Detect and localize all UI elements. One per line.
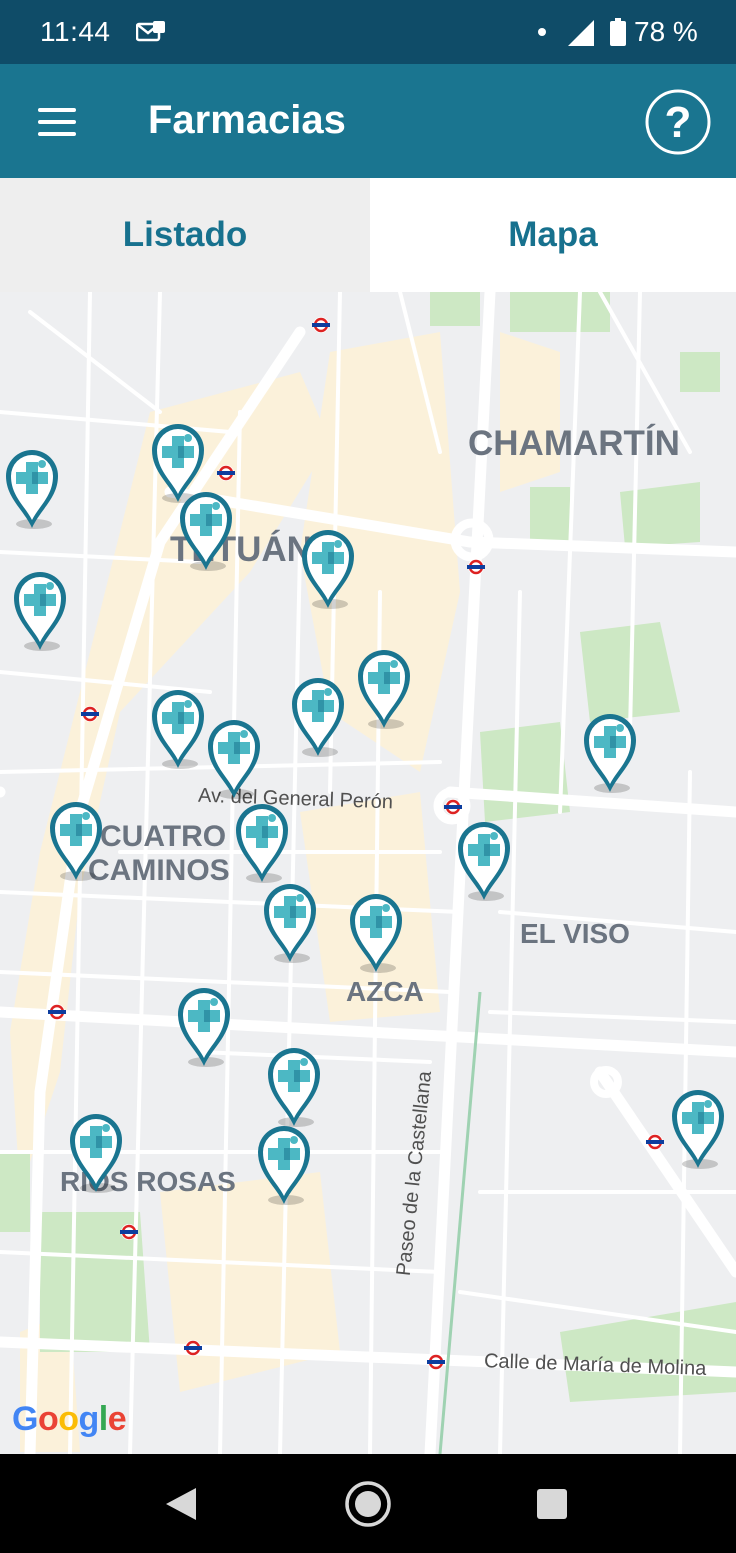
app-bar: Farmacias ?: [0, 64, 736, 178]
status-bar: 11:44 78 %: [0, 0, 736, 64]
notification-icon: [136, 21, 165, 42]
district-label-caminos: CAMINOS: [88, 854, 230, 887]
hamburger-menu-icon[interactable]: [38, 108, 78, 136]
status-time: 11:44: [40, 16, 111, 47]
pharmacy-marker-icon[interactable]: [454, 816, 514, 902]
recents-icon[interactable]: [536, 1488, 568, 1520]
tab-listado[interactable]: Listado: [0, 178, 370, 292]
pharmacy-marker-icon[interactable]: [580, 708, 640, 794]
pharmacy-marker-icon[interactable]: [148, 684, 208, 770]
pharmacy-marker-icon[interactable]: [232, 798, 292, 884]
pharmacy-marker-icon[interactable]: [46, 796, 106, 882]
district-label-azca: AZCA: [346, 976, 424, 1007]
map-view[interactable]: CHAMARTÍN TETUÁN CUATRO CAMINOS EL VISO …: [0, 292, 736, 1454]
help-circle-icon[interactable]: ?: [644, 88, 712, 156]
tab-bar: Listado Mapa: [0, 178, 736, 292]
pharmacy-marker-icon[interactable]: [354, 644, 414, 730]
district-label-cuatro: CUATRO: [100, 820, 227, 853]
pharmacy-marker-icon[interactable]: [668, 1084, 728, 1170]
back-icon[interactable]: [164, 1486, 198, 1522]
pharmacy-marker-icon[interactable]: [2, 444, 62, 530]
district-label-el-viso: EL VISO: [520, 918, 630, 949]
pharmacy-marker-icon[interactable]: [264, 1042, 324, 1128]
pharmacy-marker-icon[interactable]: [346, 888, 406, 974]
battery-icon: [610, 18, 626, 46]
pharmacy-marker-icon[interactable]: [176, 486, 236, 572]
pharmacy-marker-icon[interactable]: [288, 672, 348, 758]
battery-percent: 78 %: [634, 16, 698, 47]
pharmacy-marker-icon[interactable]: [298, 524, 358, 610]
tab-mapa[interactable]: Mapa: [370, 178, 736, 292]
svg-text:?: ?: [665, 98, 692, 147]
home-icon[interactable]: [344, 1480, 392, 1528]
pharmacy-marker-icon[interactable]: [66, 1108, 126, 1194]
google-attribution: Google: [12, 1400, 127, 1438]
district-label-chamartin: CHAMARTÍN: [468, 424, 680, 463]
navigation-bar: [0, 1454, 736, 1553]
page-title: Farmacias: [148, 98, 346, 142]
pharmacy-marker-icon[interactable]: [254, 1120, 314, 1206]
pharmacy-marker-icon[interactable]: [174, 982, 234, 1068]
notification-dot-icon: [538, 28, 546, 36]
pharmacy-marker-icon[interactable]: [10, 566, 70, 652]
signal-icon: [568, 20, 594, 46]
pharmacy-marker-icon[interactable]: [260, 878, 320, 964]
pharmacy-marker-icon[interactable]: [204, 714, 264, 800]
